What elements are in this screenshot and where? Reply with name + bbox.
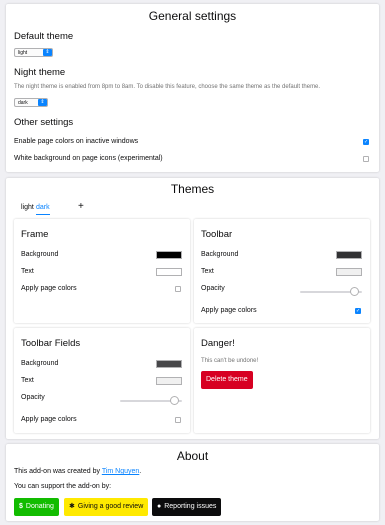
night-theme-description: The night theme is enabled from 8pm to 8… (14, 84, 321, 90)
slider-handle[interactable] (170, 395, 179, 405)
default-theme-value: light (18, 50, 28, 56)
slider-handle[interactable] (350, 286, 359, 296)
issues-label: Reporting issues (164, 503, 217, 510)
frame-apply-label: Apply page colors (21, 285, 77, 292)
about-credit-prefix: This add-on was created by (14, 468, 102, 475)
toolbar-heading: Toolbar (201, 229, 233, 240)
chevron-down-icon: ⇕ (38, 99, 47, 106)
default-theme-select[interactable]: light ⇕ (14, 48, 53, 57)
night-theme-value: dark (18, 100, 28, 106)
chevron-down-icon: ⇕ (43, 49, 52, 56)
frame-panel: Frame Background Text Apply page colors (14, 219, 190, 323)
toolbar-fields-opacity-label: Opacity (21, 394, 45, 401)
toolbar-fields-background-swatch[interactable] (156, 360, 182, 368)
about-card: About This add-on was created by Tim Ngu… (6, 444, 379, 521)
add-theme-tab[interactable]: + (78, 201, 84, 212)
about-credit: This add-on was created by Tim Nguyen. (14, 468, 141, 475)
review-icon: ✱ (69, 503, 75, 510)
toolbar-fields-background-label: Background (21, 360, 59, 367)
option-inactive-windows-label: Enable page colors on inactive windows (14, 138, 139, 145)
danger-warning: This can't be undone! (201, 358, 259, 364)
toolbar-fields-text-label: Text (21, 377, 34, 384)
other-settings-heading: Other settings (14, 117, 74, 128)
author-link[interactable]: Tim Nguyen (102, 468, 139, 475)
danger-panel: Danger! This can't be undone! Delete the… (194, 328, 370, 433)
toolbar-text-label: Text (201, 268, 214, 275)
toolbar-opacity-slider[interactable] (300, 286, 362, 296)
toolbar-text-swatch[interactable] (336, 268, 362, 276)
frame-apply-checkbox[interactable] (175, 286, 181, 292)
toolbar-opacity-label: Opacity (201, 285, 225, 292)
default-theme-heading: Default theme (14, 31, 74, 42)
general-settings-title: General settings (148, 9, 237, 23)
toolbar-panel: Toolbar Background Text Opacity Apply pa… (194, 219, 370, 323)
about-title: About (176, 449, 209, 463)
github-icon: ● (157, 503, 162, 510)
option-white-icons-checkbox[interactable] (363, 156, 369, 162)
toolbar-background-swatch[interactable] (336, 251, 362, 259)
toolbar-apply-checkbox[interactable]: ✓ (355, 308, 361, 314)
toolbar-fields-apply-label: Apply page colors (21, 416, 77, 423)
frame-text-label: Text (21, 268, 34, 275)
frame-text-swatch[interactable] (156, 268, 182, 276)
night-theme-heading: Night theme (14, 67, 66, 78)
issues-button[interactable]: ● Reporting issues (152, 498, 222, 516)
about-credit-suffix: . (139, 468, 142, 475)
toolbar-fields-opacity-slider[interactable] (120, 395, 182, 405)
donate-label: Donating (25, 503, 54, 510)
frame-background-label: Background (21, 251, 59, 258)
toolbar-fields-heading: Toolbar Fields (21, 338, 81, 349)
toolbar-fields-text-swatch[interactable] (156, 377, 182, 385)
night-theme-select[interactable]: dark ⇕ (14, 98, 48, 107)
toolbar-apply-label: Apply page colors (201, 307, 257, 314)
review-label: Giving a good review (77, 503, 144, 510)
tab-light[interactable]: light (21, 204, 34, 211)
toolbar-fields-panel: Toolbar Fields Background Text Opacity A… (14, 328, 190, 433)
themes-card: Themes light dark + Frame Background Tex… (6, 178, 379, 439)
toolbar-background-label: Background (201, 251, 239, 258)
option-white-icons-label: White background on page icons (experime… (14, 155, 163, 162)
delete-theme-button[interactable]: Delete theme (201, 371, 253, 389)
dollar-icon: $ (19, 503, 23, 510)
danger-heading: Danger! (201, 338, 235, 349)
frame-background-swatch[interactable] (156, 251, 182, 259)
review-button[interactable]: ✱ Giving a good review (64, 498, 149, 516)
option-inactive-windows-checkbox[interactable]: ✓ (363, 139, 369, 145)
general-settings-card: General settings Default theme light ⇕ N… (6, 4, 379, 172)
frame-heading: Frame (21, 229, 49, 240)
support-text: You can support the add-on by: (14, 483, 112, 490)
themes-title: Themes (170, 182, 215, 196)
donate-button[interactable]: $ Donating (14, 498, 59, 516)
tab-dark[interactable]: dark (36, 204, 50, 215)
toolbar-fields-apply-checkbox[interactable] (175, 417, 181, 423)
